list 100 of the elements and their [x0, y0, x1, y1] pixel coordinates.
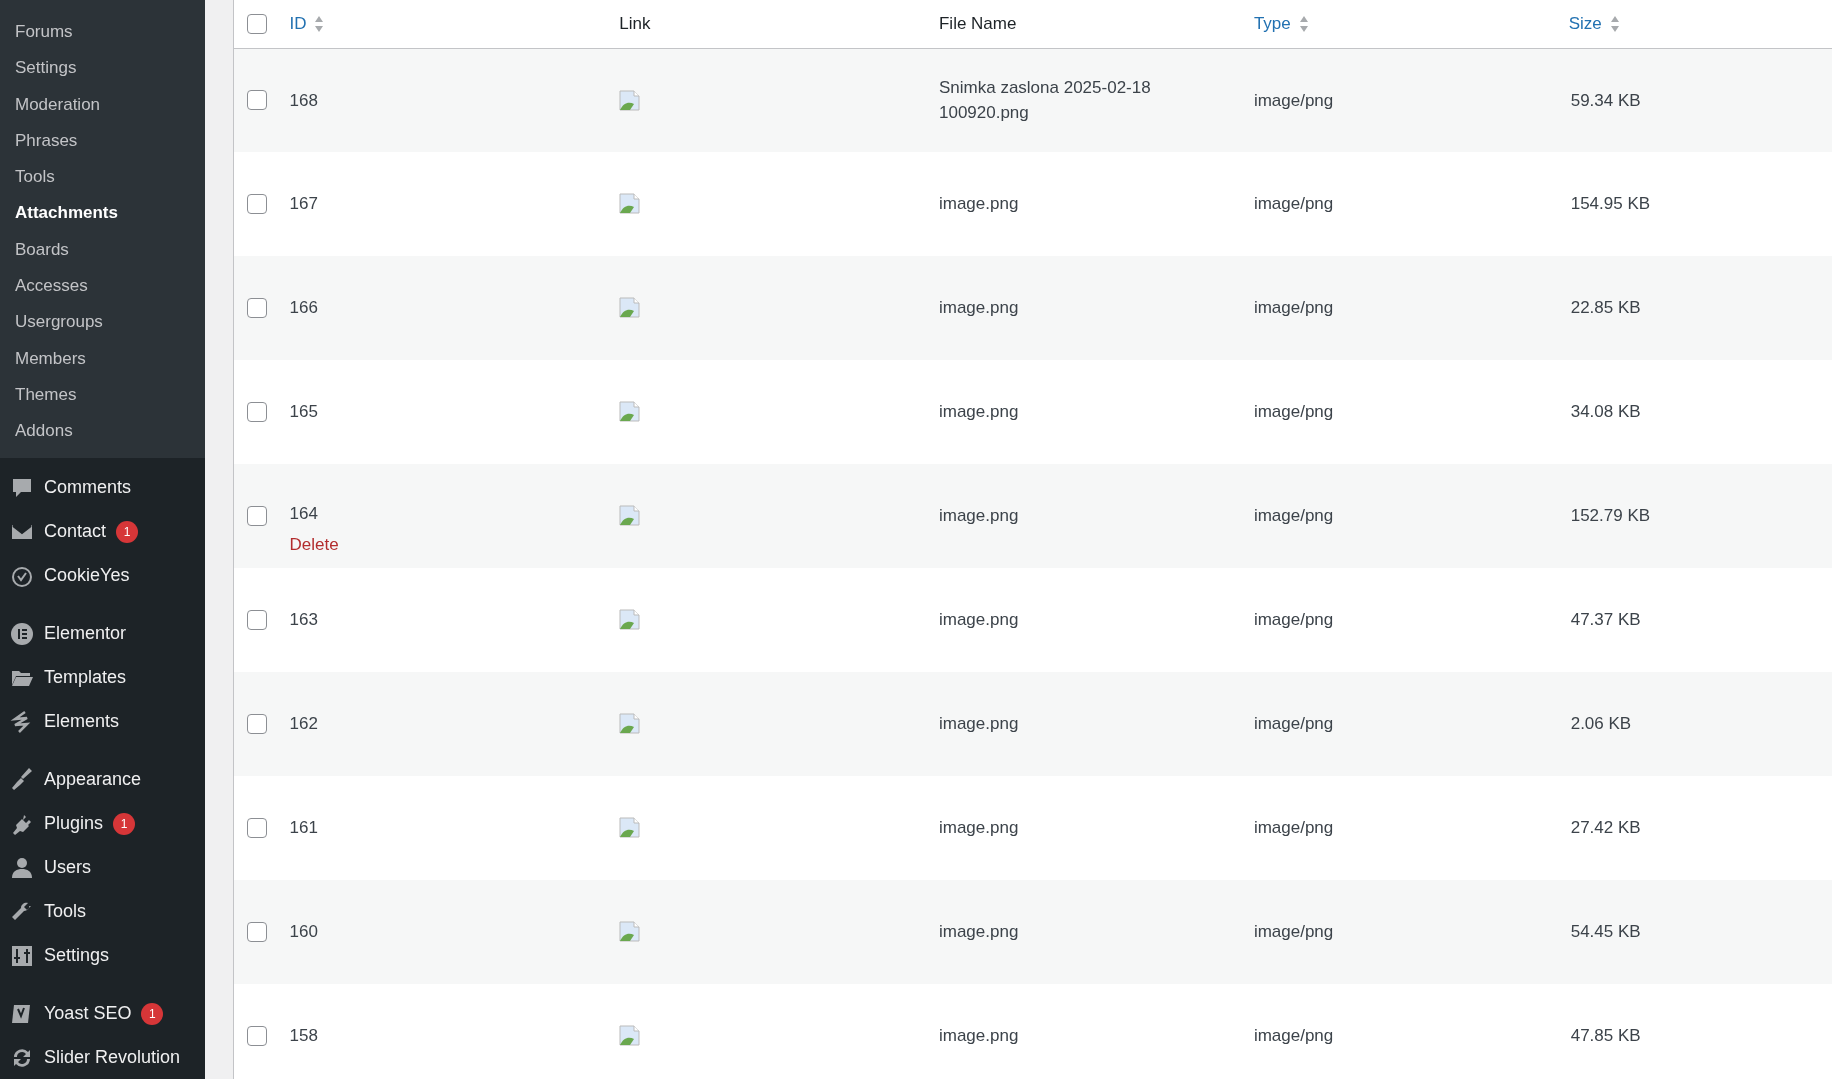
- id-cell: 166: [289, 298, 318, 318]
- notification-count: 1: [113, 812, 136, 835]
- column-header: File Name: [938, 14, 1017, 33]
- broken-image-icon[interactable]: [619, 609, 641, 630]
- menu-label: Elementor: [44, 622, 127, 646]
- delete-link[interactable]: Delete: [289, 532, 620, 558]
- row-checkbox[interactable]: [247, 90, 267, 111]
- id-cell: 165: [289, 402, 318, 422]
- row-checkbox[interactable]: [247, 610, 267, 630]
- broken-image-icon[interactable]: [619, 401, 641, 422]
- broken-image-icon[interactable]: [619, 921, 641, 942]
- menu-item[interactable]: Yoast SEO 1: [0, 991, 205, 1036]
- row-checkbox[interactable]: [247, 402, 267, 422]
- menu-item[interactable]: Comments: [0, 465, 205, 510]
- sortable-column-header[interactable]: Type: [1253, 11, 1309, 37]
- size-cell: 22.85 KB: [1570, 298, 1641, 318]
- submenu-item[interactable]: Forums: [0, 14, 205, 51]
- file-name-cell-text: image.png: [938, 1025, 1020, 1047]
- submenu-item[interactable]: Members: [0, 340, 205, 377]
- menu-label: CookieYes: [44, 564, 130, 588]
- row-checkbox[interactable]: [247, 922, 267, 942]
- file-name-cell-text: image.png: [938, 609, 1020, 632]
- broken-image-icon[interactable]: [619, 1025, 641, 1046]
- menu-item[interactable]: Users: [0, 845, 205, 890]
- id-cell: 168: [289, 90, 318, 110]
- size-cell: 59.34 KB: [1570, 90, 1641, 110]
- menu-label: Comments: [44, 476, 132, 500]
- file-name-cell-text: image.png: [938, 401, 1020, 424]
- size-cell: 47.85 KB: [1570, 1026, 1641, 1045]
- menu-item[interactable]: Elements: [0, 699, 205, 744]
- type-cell: image/png: [1253, 922, 1334, 942]
- row-checkbox[interactable]: [247, 714, 267, 734]
- size-cell: 2.06 KB: [1570, 714, 1632, 734]
- id-cell: 164: [289, 503, 318, 523]
- size-cell: 34.08 KB: [1570, 402, 1641, 422]
- broken-image-icon[interactable]: [619, 297, 641, 318]
- id-cell: 163: [289, 610, 318, 630]
- type-cell: image/png: [1253, 298, 1334, 318]
- menu-label: Plugins: [44, 812, 104, 836]
- file-name-cell-text: image.png: [938, 921, 1020, 944]
- sortable-column-header[interactable]: Size: [1568, 11, 1620, 37]
- row-checkbox[interactable]: [247, 818, 267, 838]
- submenu-item[interactable]: Tools: [0, 159, 205, 196]
- id-cell: 160: [289, 922, 318, 942]
- broken-image-icon[interactable]: [619, 713, 641, 734]
- submenu-item[interactable]: Accesses: [0, 268, 205, 305]
- type-cell: image/png: [1253, 1026, 1334, 1045]
- menu-item[interactable]: Tools: [0, 889, 205, 934]
- submenu-item[interactable]: Themes: [0, 376, 205, 414]
- menu-label: Slider Revolution: [44, 1046, 181, 1070]
- submenu-item[interactable]: Addons: [0, 413, 205, 450]
- menu-item[interactable]: CookieYes: [0, 553, 205, 598]
- column-header: Link: [619, 14, 651, 33]
- submenu-item[interactable]: Attachments: [0, 195, 205, 232]
- menu-label: Tools: [44, 900, 87, 924]
- file-name-cell-text: image.png: [938, 817, 1020, 840]
- sort-arrows-icon: [1609, 14, 1620, 33]
- select-all-checkbox[interactable]: [247, 13, 267, 34]
- menu-label: Users: [44, 856, 91, 880]
- size-cell: 27.42 KB: [1570, 818, 1641, 838]
- id-cell: 158: [289, 1026, 318, 1045]
- file-name-cell-text: Snimka zaslona 2025-02-18 100920.png: [938, 76, 1152, 125]
- person-icon: [10, 855, 34, 880]
- file-name-cell-text: image.png: [938, 193, 1020, 216]
- menu-label: Yoast SEO: [44, 1002, 132, 1026]
- notification-count: 1: [141, 1002, 164, 1025]
- row-checkbox[interactable]: [247, 1025, 267, 1046]
- broken-image-icon[interactable]: [619, 817, 641, 838]
- broken-image-icon[interactable]: [619, 193, 641, 214]
- menu-item[interactable]: Templates: [0, 655, 205, 700]
- size-cell: 54.45 KB: [1570, 922, 1641, 942]
- id-cell: 161: [289, 818, 318, 838]
- broken-image-icon[interactable]: [619, 89, 641, 111]
- file-name-cell-text: image.png: [938, 297, 1020, 320]
- menu-item[interactable]: Appearance: [0, 757, 205, 802]
- size-cell: 152.79 KB: [1570, 506, 1651, 526]
- type-cell: image/png: [1253, 194, 1334, 214]
- row-checkbox[interactable]: [247, 194, 267, 214]
- menu-item[interactable]: Contact 1: [0, 509, 205, 554]
- type-cell: image/png: [1253, 610, 1334, 630]
- id-cell: 167: [289, 194, 318, 214]
- submenu-item[interactable]: Moderation: [0, 86, 205, 123]
- menu-item[interactable]: Slider Revolution: [0, 1035, 205, 1079]
- broken-image-icon[interactable]: [619, 505, 641, 526]
- type-cell: image/png: [1253, 402, 1334, 422]
- row-checkbox[interactable]: [247, 298, 267, 318]
- submenu-item[interactable]: Phrases: [0, 122, 205, 160]
- type-cell: image/png: [1253, 714, 1334, 734]
- menu-item[interactable]: Elementor: [0, 611, 205, 656]
- menu-item[interactable]: Plugins 1: [0, 801, 205, 846]
- size-cell: 47.37 KB: [1570, 610, 1641, 630]
- type-cell: image/png: [1253, 818, 1334, 838]
- submenu-item[interactable]: Boards: [0, 231, 205, 269]
- row-checkbox[interactable]: [247, 506, 267, 526]
- menu-label: Appearance: [44, 768, 142, 792]
- menu-item[interactable]: Settings: [0, 933, 205, 978]
- id-cell: 162: [289, 714, 318, 734]
- submenu-item[interactable]: Usergroups: [0, 304, 205, 341]
- submenu-item[interactable]: Settings: [0, 50, 205, 87]
- sortable-column-header[interactable]: ID: [289, 11, 325, 37]
